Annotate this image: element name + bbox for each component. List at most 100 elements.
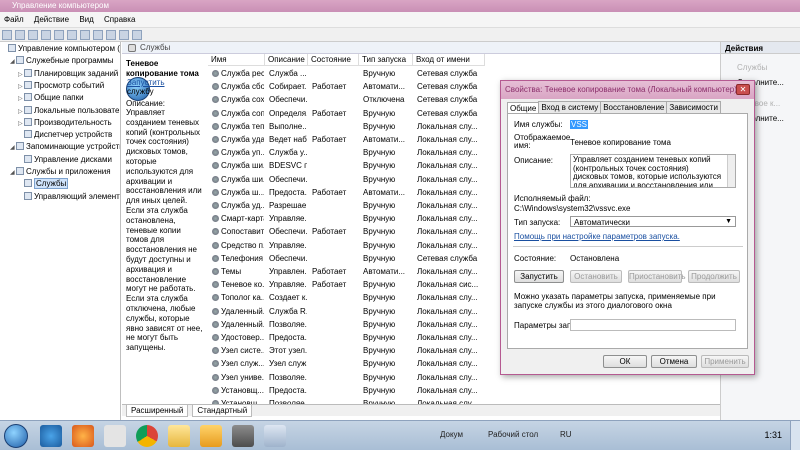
menu-help[interactable]: Справка [100, 12, 139, 27]
cancel-button[interactable]: Отмена [651, 355, 697, 368]
play-icon[interactable] [93, 30, 103, 40]
pause-button[interactable]: Приостановить [628, 270, 686, 283]
cell-text: Вручную [363, 359, 396, 369]
tab-extended[interactable]: Расширенный [126, 405, 189, 417]
tree-item[interactable]: ◢ Службы и приложения [10, 166, 111, 177]
tree-item[interactable]: ▷ Производительность [18, 117, 112, 128]
tray-desktop[interactable]: Рабочий стол [488, 430, 538, 439]
pause-icon[interactable] [119, 30, 129, 40]
menu-view[interactable]: Вид [75, 12, 97, 27]
close-icon[interactable]: ✕ [736, 84, 750, 95]
menu-file[interactable]: Файл [0, 12, 28, 27]
tree-item[interactable]: Службы [18, 178, 69, 190]
computer-management-icon[interactable] [264, 425, 286, 447]
node-icon [24, 179, 32, 188]
forward-icon[interactable] [15, 30, 25, 40]
cell-text: Служба у... [269, 148, 307, 158]
table-cell: Вручную [363, 293, 412, 302]
start-button[interactable]: Запустить [514, 270, 564, 283]
export-icon[interactable] [67, 30, 77, 40]
show-hide-tree-icon[interactable] [41, 30, 51, 40]
tree-item[interactable]: Управляющий элемент WM [18, 191, 120, 202]
ok-button[interactable]: ОК [603, 355, 647, 368]
tab-standard[interactable]: Стандартный [192, 405, 253, 417]
clock[interactable]: 1:31 [764, 430, 782, 440]
tab-logon[interactable]: Вход в систему [538, 101, 602, 113]
tab-dependencies[interactable]: Зависимости [666, 101, 721, 113]
table-cell: Служба ши... [212, 175, 264, 184]
table-cell: Служба ш... [212, 188, 264, 197]
startup-params-input[interactable] [570, 319, 736, 331]
up-icon[interactable] [28, 30, 38, 40]
table-cell: Работает [312, 109, 358, 118]
actions-services-section[interactable]: Службы [721, 60, 800, 75]
column-header[interactable]: Состояние [308, 54, 359, 66]
tab-recovery[interactable]: Восстановление [600, 101, 668, 113]
table-cell: Вручную [363, 359, 412, 368]
service-properties-dialog: Свойства: Теневое копирование тома (Лока… [500, 80, 755, 375]
tree-item[interactable]: ◢ Служебные программы [10, 55, 113, 66]
table-cell: Работает [312, 280, 358, 289]
stop-icon[interactable] [106, 30, 116, 40]
window-title: Управление компьютером [12, 1, 109, 10]
folder-icon[interactable] [168, 425, 190, 447]
show-desktop-button[interactable] [790, 421, 800, 450]
tree-item[interactable]: Управление дисками [18, 154, 112, 165]
continue-button[interactable]: Продолжить [688, 270, 740, 283]
node-icon [24, 117, 32, 126]
startup-help-link[interactable]: Помощь при настройке параметров запуска. [514, 232, 680, 241]
language-indicator[interactable]: RU [560, 430, 572, 439]
back-icon[interactable] [2, 30, 12, 40]
table-cell: Ведет наб... [269, 135, 307, 144]
cell-text: Вручную [363, 240, 396, 250]
apply-button[interactable]: Применить [701, 355, 749, 368]
cell-text: Узел униве... [221, 372, 264, 382]
table-cell: Тополог ка... [212, 293, 264, 302]
tree-item[interactable]: ▷ Общие папки [18, 92, 84, 103]
tree-item[interactable]: ▷ Локальные пользовате [18, 105, 119, 116]
start-service-link[interactable]: Запустить [127, 78, 165, 87]
display-name-value[interactable]: Теневое копирование тома [570, 138, 671, 147]
ie-icon[interactable] [40, 425, 62, 447]
yandex-icon[interactable] [104, 425, 126, 447]
tree-item[interactable]: ◢ Запоминающие устройства [10, 141, 120, 152]
table-cell: Сетевая служба [417, 82, 484, 91]
tree-item-label: Управление компьютером (лока [18, 44, 120, 53]
column-header[interactable]: Имя [208, 54, 265, 66]
chrome-icon[interactable] [136, 425, 158, 447]
table-cell: Установщ... [212, 386, 264, 395]
tree-item[interactable]: ▷ Планировщик заданий [18, 68, 118, 79]
menu-action[interactable]: Действие [30, 12, 73, 27]
description-textbox[interactable]: Управляет созданием теневых копий (контр… [570, 154, 736, 188]
table-row[interactable]: Установщ... Предоста... Вручную Локальная с… [208, 385, 720, 398]
view-tabs: Расширенный Стандартный [122, 404, 720, 417]
restart-icon[interactable] [132, 30, 142, 40]
refresh-icon[interactable] [54, 30, 64, 40]
table-cell: Локальная сис... [417, 280, 484, 289]
cell-text: Служба уп... [221, 148, 264, 158]
service-description-pane: Теневое копирование тома Запустить служб… [122, 54, 208, 404]
gear-icon [212, 254, 219, 262]
tree-item-label: Общие папки [34, 93, 84, 103]
service-name-value[interactable]: VSS [570, 120, 589, 129]
description-scrollbar[interactable] [727, 155, 735, 187]
tree-item[interactable]: Управление компьютером (лока [2, 43, 120, 54]
media-player-icon[interactable] [200, 425, 222, 447]
firefox-icon[interactable] [72, 425, 94, 447]
start-button[interactable] [4, 424, 28, 448]
table-cell: Управлен... [269, 267, 307, 276]
chevron-down-icon: ▼ [725, 218, 732, 225]
column-header[interactable]: Описание [265, 54, 308, 66]
table-cell: Локальная слу... [417, 293, 484, 302]
stop-button[interactable]: Остановить [570, 270, 622, 283]
startup-type-select[interactable]: Автоматически ▼ [570, 216, 736, 227]
column-header[interactable]: Вход от имени [413, 54, 485, 66]
cell-text: Удостовер... [221, 333, 264, 342]
tree-item[interactable]: Диспетчер устройств [18, 129, 112, 140]
table-cell: Работает [312, 227, 358, 236]
tray-documents[interactable]: Докум [440, 430, 463, 439]
tree-item[interactable]: ▷ Просмотр событий [18, 80, 104, 91]
help-icon[interactable] [80, 30, 90, 40]
column-header[interactable]: Тип запуска [359, 54, 413, 66]
app-icon[interactable] [232, 425, 254, 447]
